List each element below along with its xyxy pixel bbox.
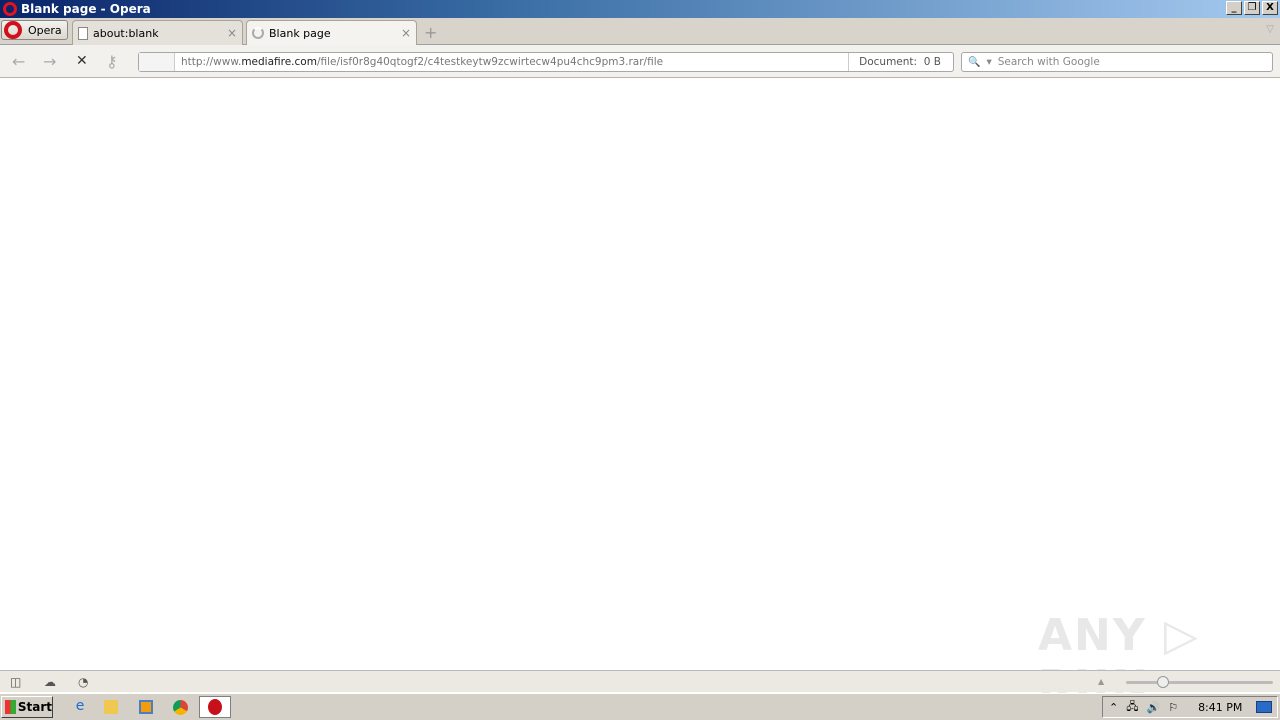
tab-label: Blank page: [269, 26, 331, 40]
action-center-flag-icon[interactable]: ⚐: [1168, 701, 1178, 714]
speed-dial-icon[interactable]: ◔: [78, 675, 88, 689]
url-path: /file/isf0r8g40qtogf2/c4testkeytw9zcwirt…: [316, 56, 664, 68]
page-content: [0, 79, 1280, 670]
tab-menu-icon[interactable]: ▽: [1266, 24, 1274, 35]
search-placeholder: Search with Google: [997, 56, 1100, 68]
status-bar: ◫ ☁ ◔ ▲: [0, 670, 1280, 692]
start-button[interactable]: Start: [1, 696, 53, 718]
title-bar: Blank page - Opera _ ❐ X: [0, 0, 1280, 18]
volume-icon[interactable]: 🔊: [1146, 701, 1160, 714]
doc-label: Document:: [859, 56, 918, 68]
back-icon[interactable]: ←: [12, 52, 25, 71]
search-input[interactable]: 🔍 ▾ Search with Google: [961, 52, 1273, 72]
chrome-icon[interactable]: [173, 700, 188, 715]
taskbar: Start e ⌃ 🖧 🔊 ⚐ 8:41 PM: [0, 693, 1280, 720]
url-prefix: http://www.: [181, 56, 242, 68]
window-title: Blank page - Opera: [21, 2, 151, 16]
address-toolbar: ← → ✕ ⚷ http://www.mediafire.com/file/is…: [0, 45, 1280, 78]
opera-icon: [208, 699, 222, 715]
loading-spinner-icon: [252, 27, 264, 39]
zoom-slider[interactable]: [1126, 676, 1273, 688]
cloud-icon[interactable]: ☁: [44, 675, 56, 689]
restore-button[interactable]: ❐: [1244, 1, 1260, 15]
tab-label: about:blank: [93, 26, 159, 40]
page-icon: [78, 26, 88, 40]
network-icon[interactable]: 🖧: [1126, 698, 1138, 717]
clock[interactable]: 8:41 PM: [1198, 701, 1242, 714]
media-player-icon[interactable]: [139, 700, 153, 714]
new-tab-icon[interactable]: +: [424, 23, 437, 42]
tab-close-icon[interactable]: ×: [401, 26, 411, 40]
opera-icon: [4, 21, 22, 39]
key-icon[interactable]: ⚷: [106, 52, 118, 71]
tab-blank-page[interactable]: Blank page ×: [246, 20, 417, 45]
ie-icon[interactable]: e: [71, 698, 89, 716]
show-desktop-icon[interactable]: [1256, 701, 1273, 713]
doc-size: 0 B: [923, 56, 941, 68]
windows-logo-icon: [5, 700, 16, 714]
search-engine-dropdown-icon[interactable]: ▾: [986, 56, 991, 68]
forward-icon[interactable]: →: [43, 52, 56, 71]
tab-about-blank[interactable]: about:blank ×: [72, 20, 243, 45]
url-field[interactable]: http://www.mediafire.com/file/isf0r8g40q…: [175, 56, 848, 68]
zoom-slider-handle[interactable]: [1156, 676, 1169, 688]
opera-menu-label: Opera: [28, 23, 62, 37]
tab-bar: Opera about:blank × Blank page × + ▽: [0, 18, 1280, 45]
close-button[interactable]: X: [1262, 1, 1278, 15]
zoom-arrow-icon[interactable]: ▲: [1098, 677, 1104, 686]
search-icon[interactable]: 🔍: [968, 57, 980, 68]
stop-icon[interactable]: ✕: [76, 53, 88, 69]
url-domain: mediafire.com: [241, 56, 317, 68]
opera-taskbar-button[interactable]: [199, 696, 231, 718]
opera-logo-icon: [3, 2, 17, 16]
tray-expand-icon[interactable]: ⌃: [1109, 701, 1118, 714]
start-label: Start: [17, 700, 52, 714]
site-badge[interactable]: [139, 53, 175, 71]
address-bar[interactable]: http://www.mediafire.com/file/isf0r8g40q…: [138, 52, 954, 72]
opera-menu-button[interactable]: Opera: [1, 20, 68, 40]
document-size: Document: 0 B: [848, 53, 953, 71]
system-tray: ⌃ 🖧 🔊 ⚐ 8:41 PM: [1102, 696, 1278, 718]
panel-toggle-icon[interactable]: ◫: [10, 675, 21, 689]
tab-close-icon[interactable]: ×: [227, 26, 237, 40]
explorer-icon[interactable]: [104, 700, 118, 714]
minimize-button[interactable]: _: [1226, 1, 1242, 15]
